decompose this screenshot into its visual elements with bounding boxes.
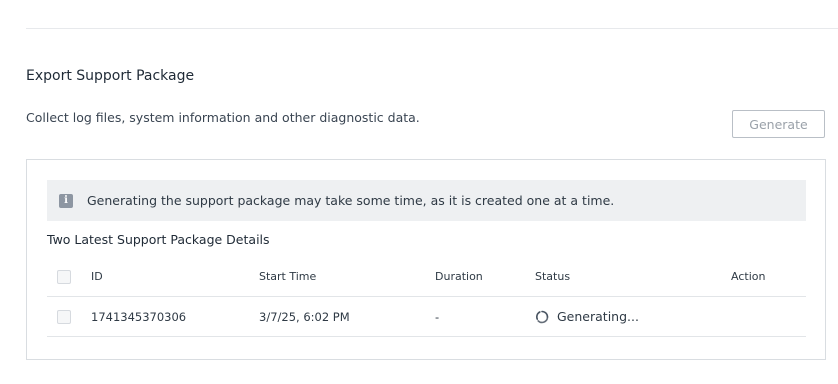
section-title: Export Support Package [26, 68, 195, 84]
select-all-checkbox[interactable] [57, 269, 71, 284]
row-status: Generating... [535, 297, 639, 336]
section-description: Collect log files, system information an… [26, 110, 420, 125]
row-start-time: 3/7/25, 6:02 PM [259, 309, 350, 324]
row-duration: - [435, 309, 440, 324]
info-notice: i Generating the support package may tak… [47, 180, 806, 221]
column-header-id: ID [91, 270, 103, 283]
support-package-page: Export Support Package Collect log files… [0, 0, 838, 384]
status-text: Generating... [557, 309, 639, 324]
top-divider [26, 28, 838, 29]
row-checkbox[interactable] [57, 309, 71, 324]
row-id: 1741345370306 [91, 309, 187, 324]
table-row: 1741345370306 3/7/25, 6:02 PM - Generati… [47, 297, 806, 337]
select-all-cell [57, 257, 71, 296]
notice-text: Generating the support package may take … [87, 193, 615, 208]
info-icon: i [59, 193, 73, 208]
column-header-status: Status [535, 270, 571, 283]
column-header-start-time: Start Time [259, 270, 317, 283]
generate-button[interactable]: Generate [732, 110, 825, 138]
table-heading: Two Latest Support Package Details [47, 232, 270, 247]
row-select-cell [57, 297, 71, 336]
table-header-row: ID Start Time Duration Status Action [47, 257, 806, 297]
column-header-duration: Duration [435, 270, 483, 283]
status-indicator: Generating... [535, 309, 639, 324]
spinner-icon [536, 310, 549, 323]
support-package-table: ID Start Time Duration Status Action 174… [47, 257, 806, 337]
support-package-panel: i Generating the support package may tak… [26, 159, 826, 360]
column-header-action: Action [731, 270, 766, 283]
